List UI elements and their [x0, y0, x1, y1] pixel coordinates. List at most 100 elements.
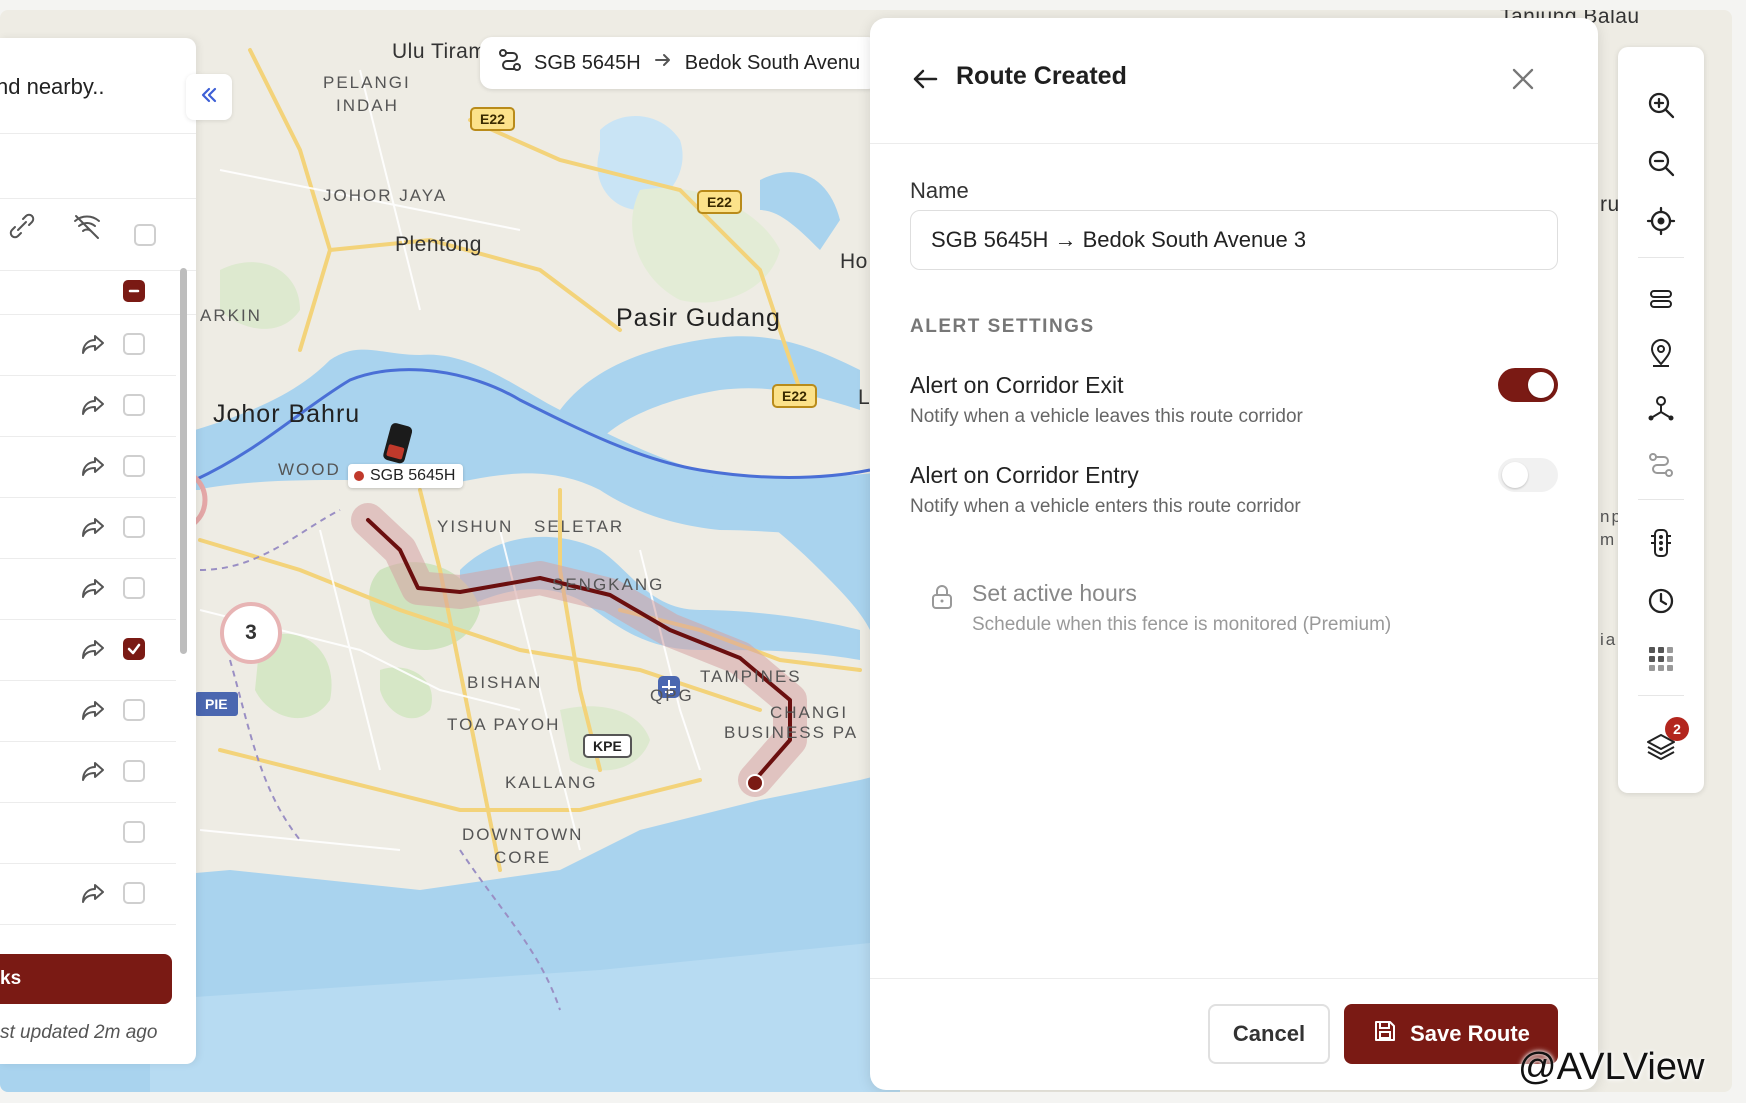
route-chip[interactable]: SGB 5645H Bedok South Avenu — [480, 37, 880, 89]
toolbar-divider — [1638, 695, 1684, 696]
share-icon[interactable] — [80, 454, 106, 483]
locate-icon[interactable] — [1639, 199, 1683, 243]
lock-icon — [930, 584, 954, 615]
map-place-label: SELETAR — [534, 517, 625, 536]
app-screen: Ulu Tiram PELANGI INDAH JOHOR JAYA Plentong H… — [0, 10, 1732, 1092]
layers-count-badge: 2 — [1665, 717, 1689, 741]
row-checkbox[interactable] — [123, 638, 145, 660]
route-icon — [498, 48, 522, 78]
vehicle-label[interactable]: SGB 5645H — [348, 464, 464, 488]
nearby-search-text[interactable]: nd nearby.. — [0, 74, 104, 100]
share-icon[interactable] — [80, 698, 106, 727]
active-hours-title: Set active hours — [972, 580, 1137, 606]
route-created-panel: Route Created Name ALERT SETTINGS Alert … — [870, 18, 1598, 1090]
map-place-label: Ho — [840, 250, 868, 273]
panel-title: Route Created — [956, 62, 1127, 90]
route-name-input[interactable] — [910, 210, 1558, 270]
grid-apps-icon[interactable] — [1639, 637, 1683, 681]
clock-icon[interactable] — [1639, 579, 1683, 623]
map-place-label: ARKIN — [200, 306, 262, 325]
vehicle-row[interactable] — [0, 741, 176, 803]
layers-icon[interactable]: 2 — [1639, 717, 1689, 767]
alert-entry-desc: Notify when a vehicle enters this route … — [910, 496, 1301, 517]
share-icon[interactable] — [80, 881, 106, 910]
filter-sliders-icon[interactable] — [1639, 277, 1683, 321]
toolbar-divider — [1638, 257, 1684, 258]
vehicle-list-panel: nd nearby.. ks st updated 2m ago — [0, 38, 196, 1064]
geofence-pin-icon[interactable] — [1639, 331, 1683, 375]
close-icon[interactable] — [1510, 66, 1536, 97]
share-icon[interactable] — [80, 393, 106, 422]
group-checkbox-partial[interactable] — [123, 280, 145, 302]
vehicle-row[interactable] — [0, 558, 176, 620]
row-checkbox[interactable] — [123, 394, 145, 416]
double-chevron-left-icon — [199, 85, 219, 110]
active-hours-desc: Schedule when this fence is monitored (P… — [972, 614, 1392, 635]
vehicle-row[interactable] — [0, 497, 176, 559]
signal-off-icon[interactable] — [72, 212, 102, 245]
route-end-marker[interactable] — [746, 774, 764, 792]
footer-divider — [870, 978, 1598, 979]
map-place-label: CORE — [494, 848, 552, 867]
collapse-panel-button[interactable] — [186, 74, 232, 120]
share-icon[interactable] — [80, 515, 106, 544]
row-checkbox[interactable] — [123, 455, 145, 477]
divider — [0, 198, 196, 199]
arrow-right-icon — [653, 50, 673, 76]
vehicle-row[interactable] — [0, 436, 176, 498]
vehicle-row[interactable] — [0, 375, 176, 437]
link-icon[interactable] — [8, 212, 36, 245]
last-updated-text: st updated 2m ago — [0, 1022, 158, 1043]
map-place-label: QPG — [650, 686, 694, 705]
route-tool-icon[interactable] — [1639, 443, 1683, 487]
row-checkbox[interactable] — [123, 821, 145, 843]
map-place-label: INDAH — [336, 96, 399, 115]
zoom-out-icon[interactable] — [1639, 141, 1683, 185]
share-icon[interactable] — [80, 332, 106, 361]
vehicle-row[interactable] — [0, 863, 176, 925]
map-place-label: WOOD — [278, 460, 341, 479]
alert-exit-toggle[interactable] — [1498, 368, 1558, 402]
road-shield: E22 — [470, 107, 515, 131]
route-chip-from: SGB 5645H — [534, 51, 641, 74]
map-place-label: Ulu Tiram — [392, 40, 487, 63]
map-place-label: L — [858, 386, 871, 409]
toggle-knob — [1502, 462, 1528, 488]
list-scrollbar[interactable] — [180, 268, 187, 654]
alert-entry-toggle[interactable] — [1498, 458, 1558, 492]
row-checkbox[interactable] — [123, 516, 145, 538]
map-toolbar: 2 — [1618, 47, 1704, 793]
vehicle-cluster[interactable]: 3 — [220, 602, 282, 664]
vehicle-row[interactable] — [0, 619, 176, 681]
tracks-button[interactable]: ks — [0, 954, 172, 1004]
row-checkbox[interactable] — [123, 333, 145, 355]
divider — [0, 270, 196, 271]
cancel-button[interactable]: Cancel — [1208, 1004, 1330, 1064]
share-icon[interactable] — [80, 576, 106, 605]
route-chip-to: Bedok South Avenu — [684, 51, 861, 74]
map-place-label: SENGKANG — [552, 575, 665, 594]
map-place-label: BISHAN — [467, 673, 543, 692]
alert-entry-title: Alert on Corridor Entry — [910, 462, 1139, 488]
zoom-in-icon[interactable] — [1639, 83, 1683, 127]
map-place-label: ru — [1600, 193, 1620, 216]
vehicle-row[interactable] — [0, 802, 176, 864]
row-checkbox[interactable] — [123, 760, 145, 782]
road-shield: PIE — [195, 692, 238, 716]
network-nodes-icon[interactable] — [1639, 387, 1683, 431]
alert-exit-title: Alert on Corridor Exit — [910, 372, 1124, 398]
row-checkbox[interactable] — [123, 577, 145, 599]
select-all-checkbox[interactable] — [134, 224, 156, 246]
row-checkbox[interactable] — [123, 699, 145, 721]
save-icon — [1372, 1018, 1398, 1050]
traffic-light-icon[interactable] — [1639, 521, 1683, 565]
active-hours-option[interactable]: Set active hours Schedule when this fenc… — [910, 558, 1558, 658]
share-icon[interactable] — [80, 759, 106, 788]
back-arrow-icon[interactable] — [910, 64, 940, 99]
alert-settings-heading: ALERT SETTINGS — [910, 316, 1095, 337]
row-checkbox[interactable] — [123, 882, 145, 904]
status-dot — [354, 471, 364, 481]
vehicle-row[interactable] — [0, 680, 176, 742]
vehicle-row[interactable] — [0, 314, 176, 376]
share-icon[interactable] — [80, 637, 106, 666]
